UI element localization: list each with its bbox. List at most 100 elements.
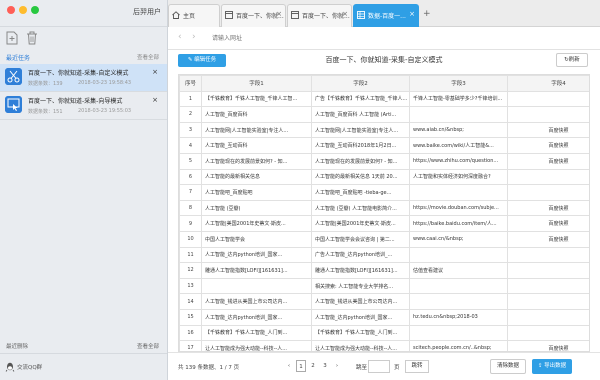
table-cell: 人工智能_达内python培训_国家...	[201, 246, 312, 264]
column-header[interactable]: 序号	[179, 75, 202, 92]
next-page-button[interactable]: ›	[332, 360, 342, 372]
table-header-row: 序号 字段1 字段2 字段3 字段4	[179, 75, 589, 92]
table-row[interactable]: 12 雕通人工智能指数[LOFI][161631]... 雕通人工智能指数[LOFI…	[179, 262, 589, 279]
task-item[interactable]: 百度一下、你就知道-采集-自定义模式 数据条数：139 2018-03-23 1…	[0, 64, 167, 92]
minimize-window-button[interactable]	[19, 6, 27, 14]
row-index-cell: 11	[179, 246, 202, 264]
jump-page-input[interactable]	[368, 360, 390, 373]
table-row[interactable]: 17 让人工智能成为强大动能--科技--人... 让人工智能成为强大动能--科技--…	[179, 340, 589, 351]
column-header[interactable]: 字段1	[201, 75, 312, 92]
tab-data[interactable]: 数据-百度一... ×	[353, 4, 419, 27]
tab-home[interactable]: 主页	[168, 4, 220, 27]
table-cell: 百度快照	[507, 215, 589, 232]
table-cell: 百度快照	[507, 340, 589, 351]
table-row[interactable]: 6 人工智能的最新相关信息 人工智能的最新相关信息 1天前 20... 人工智能和实体…	[179, 168, 589, 186]
recent-view-all-link[interactable]: 查看全部	[137, 53, 159, 61]
table-row[interactable]: 10 中国人工智能学会 中国人工智能学会会议咨询 | 第二... www.caai.c…	[179, 230, 589, 248]
refresh-label: 刷新	[568, 57, 580, 63]
tab-label: 数据-百度一...	[368, 13, 406, 20]
table-cell: https://baike.baidu.com/item/人...	[409, 215, 508, 232]
trash-icon[interactable]	[26, 31, 38, 45]
table-row[interactable]: 13 相关搜索: 人工智能专业大学排名...	[179, 277, 589, 295]
url-input[interactable]	[208, 31, 588, 45]
table-cell: 人工智能_互动百科	[201, 137, 312, 154]
table-cell: 人工智能_钱进从美国上市公司达内...	[311, 293, 410, 310]
table-row[interactable]: 15 人工智能_达内python培训_国家... 人工智能_达内python培训_国…	[179, 308, 589, 326]
table-row[interactable]: 9 人工智能|美国2001年史蒂文·斯皮... 人工智能|美国2001年史蒂文·斯皮…	[179, 215, 589, 232]
table-cell: hz.tedu.cn&nbsp;2018-03	[409, 308, 508, 326]
table-cell	[507, 106, 589, 123]
table-cell: 广告人工智能_达内python培训_...	[311, 246, 410, 264]
column-header[interactable]: 字段2	[311, 75, 410, 92]
table-cell: 人工智能_达内python培训_国家...	[201, 308, 312, 326]
deleted-view-all-link[interactable]: 查看全部	[137, 342, 159, 350]
pointer-icon	[5, 96, 22, 113]
table-cell: 人工智能吧_百度贴吧	[201, 184, 312, 201]
username-label[interactable]: 后羿用户	[133, 7, 161, 17]
zoom-window-button[interactable]	[31, 6, 39, 14]
export-label: 导出数据	[544, 363, 567, 369]
row-index-cell: 17	[179, 340, 202, 351]
column-header[interactable]: 字段4	[507, 75, 589, 92]
refresh-button[interactable]: ↻刷新	[556, 53, 588, 67]
table-row[interactable]: 7 人工智能吧_百度贴吧 人工智能吧_百度贴吧 -tieba-ge...	[179, 184, 589, 201]
export-data-button[interactable]: ⇪ 导出数据	[532, 359, 572, 374]
forward-button[interactable]: ›	[192, 32, 196, 42]
table-cell	[507, 293, 589, 310]
table-cell: https://movie.douban.com/subje...	[409, 199, 508, 217]
table-cell: 百度快照	[507, 152, 589, 170]
row-index-cell: 10	[179, 230, 202, 248]
pager-info: 共 139 条数据、1 / 7 页	[178, 365, 240, 371]
table-row[interactable]: 2 人工智能_百度百科 人工智能_百度百科 人工智能 (Arti...	[179, 106, 589, 123]
table-cell	[507, 308, 589, 326]
tab-label: 主页	[183, 13, 196, 20]
close-icon[interactable]: ×	[152, 68, 158, 76]
table-row[interactable]: 16 【千铢教育】千铢人工智能_人门到... 【千铢教育】千铢人工智能_人门到...	[179, 324, 589, 342]
table-row[interactable]: 4 人工智能_互动百科 人工智能_互动百科2018年1月2日... www.baike…	[179, 137, 589, 154]
table-row[interactable]: 5 人工智能现在的发展前景如何? - 知... 人工智能现在的发展前景如何? - 知…	[179, 152, 589, 170]
recently-deleted-header: 最近删除 查看全部	[0, 339, 167, 353]
table-row[interactable]: 8 人工智能 (豆瓣) 人工智能 (豆瓣) 人工智能电影简介... https://m…	[179, 199, 589, 217]
tab-task-2[interactable]: 百度一下、你就... ×	[287, 4, 352, 27]
table-cell: 【千铢教育】千铢人工智能_千锋人工智...	[201, 90, 312, 108]
table-cell: 千锋人工智能-零基础学多少?千锋培训...	[409, 90, 508, 108]
table-row[interactable]: 1 【千铢教育】千铢人工智能_千锋人工智... 广告【千铢教育】千铢人工智能_千锋人…	[179, 90, 589, 108]
close-icon[interactable]: ×	[276, 10, 282, 18]
table-cell: 人工智能|美国2001年史蒂文·斯皮...	[201, 215, 312, 232]
table-cell: 相关搜索: 人工智能专业大学排名...	[311, 277, 410, 295]
close-icon[interactable]: ×	[409, 10, 415, 18]
table-row[interactable]: 11 人工智能_达内python培训_国家... 广告人工智能_达内python培训…	[179, 246, 589, 264]
recent-tasks-header: 最近任务 查看全部	[0, 50, 167, 64]
new-task-icon[interactable]	[6, 31, 18, 45]
close-icon[interactable]: ×	[152, 96, 158, 104]
qq-group-link[interactable]: 交流QQ群	[0, 353, 167, 380]
clear-data-button[interactable]: 清除数据	[490, 359, 526, 374]
tab-task-1[interactable]: 百度一下、你就... ×	[221, 4, 286, 27]
page-unit-label: 页	[394, 365, 400, 371]
back-button[interactable]: ‹	[178, 32, 182, 42]
url-bar: ‹ ›	[168, 27, 600, 50]
column-header[interactable]: 字段3	[409, 75, 508, 92]
add-tab-button[interactable]: +	[423, 9, 431, 19]
table-row[interactable]: 3 人工智能网|人工智能实验室|专注人... 人工智能网|人工智能实验室|专注人..…	[179, 121, 589, 139]
table-cell: 估值查看建议	[409, 262, 508, 279]
table-cell	[507, 90, 589, 108]
table-cell: 人工智能_达内python培训_国家...	[311, 308, 410, 326]
row-index-cell: 4	[179, 137, 202, 154]
jump-button[interactable]: 跳转	[405, 360, 429, 373]
task-title: 百度一下、你就知道-采集-自定义模式	[28, 70, 129, 77]
table-cell	[409, 277, 508, 295]
prev-page-button[interactable]: ‹	[284, 360, 294, 372]
page-button[interactable]: 1	[296, 360, 306, 372]
page-button[interactable]: 3	[320, 360, 330, 372]
table-cell	[507, 277, 589, 295]
row-index-cell: 12	[179, 262, 202, 279]
close-window-button[interactable]	[7, 6, 15, 14]
page-button[interactable]: 2	[308, 360, 318, 372]
task-item[interactable]: 百度一下、你就知道-采集-向导模式 数据条数：151 2018-03-23 19…	[0, 92, 167, 120]
table-cell	[201, 277, 312, 295]
task-count: 数据条数：151	[28, 109, 63, 115]
home-icon	[172, 11, 180, 19]
close-icon[interactable]: ×	[342, 10, 348, 18]
table-row[interactable]: 14 人工智能_钱进从美国上市公司达内... 人工智能_钱进从美国上市公司达内...	[179, 293, 589, 310]
